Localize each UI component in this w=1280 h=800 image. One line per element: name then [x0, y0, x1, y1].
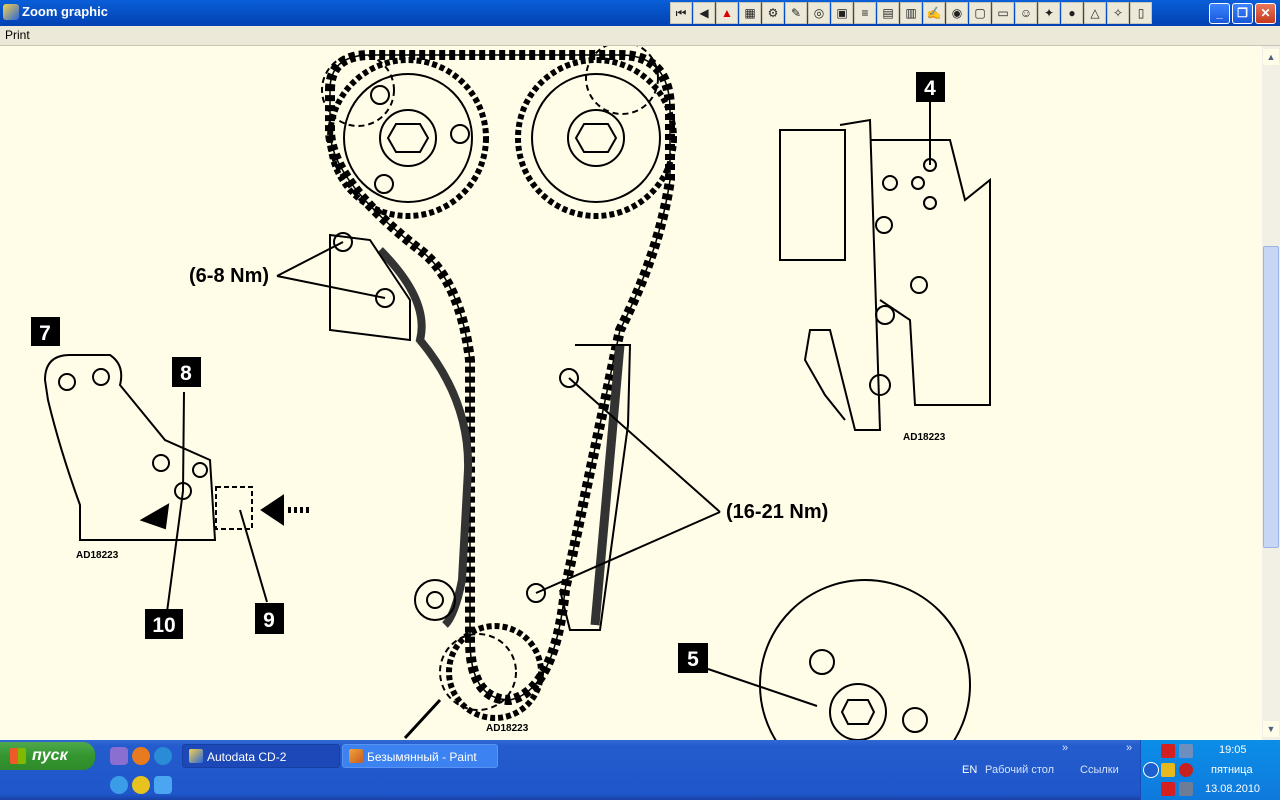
- quicklaunch-explorer-icon[interactable]: [154, 776, 172, 794]
- ref-code-bottom: AD18223: [486, 723, 529, 734]
- svg-text:7: 7: [39, 322, 51, 345]
- system-tray: 19:05 пятница 13.08.2010: [1140, 740, 1280, 800]
- warning-icon[interactable]: ▲: [716, 2, 738, 24]
- page-icon[interactable]: ▢: [969, 2, 991, 24]
- quicklaunch-app-icon[interactable]: [110, 747, 128, 765]
- doc-icon[interactable]: ▯: [1130, 2, 1152, 24]
- tool-icon[interactable]: ✎: [785, 2, 807, 24]
- window-controls: _ ❐ ✕: [1209, 3, 1276, 24]
- menu-bar: Print: [0, 26, 1280, 46]
- ref-code-right: AD18223: [903, 432, 946, 443]
- title-bar: Zoom graphic ⏮ ◀ ▲ ▦ ⚙ ✎ ◎ ▣ ≡ ▤ ▥ ✍ ◉ ▢…: [0, 0, 1280, 26]
- crank-sprocket: [446, 623, 544, 721]
- torque-label-upper: (6-8 Nm): [189, 265, 269, 287]
- windows-flag-icon: [10, 748, 26, 764]
- language-indicator[interactable]: EN: [962, 764, 977, 776]
- svg-text:10: 10: [152, 614, 175, 637]
- diagram-icon[interactable]: ▣: [831, 2, 853, 24]
- tensioner-guide: [377, 247, 473, 628]
- quicklaunch-ie-icon[interactable]: [110, 776, 128, 794]
- timing-chain-diagram: (6-8 Nm) (16-21 Nm) AD18223 AD18223 AD18…: [31, 46, 991, 740]
- app-icon: [3, 4, 19, 20]
- callout-7: 7: [31, 317, 60, 346]
- clock-time[interactable]: 19:05: [1219, 744, 1247, 756]
- camshaft-inset: [779, 129, 846, 261]
- clock-day: пятница: [1211, 764, 1253, 776]
- taskbar: пуск Autodata CD-2 Безымянный - Paint » …: [0, 740, 1280, 800]
- table-icon[interactable]: ▥: [900, 2, 922, 24]
- tool2-icon[interactable]: ✧: [1107, 2, 1129, 24]
- toolbar-desktop[interactable]: Рабочий стол: [985, 764, 1054, 776]
- right-cam-sprocket: [515, 57, 677, 219]
- first-page-icon[interactable]: ⏮: [670, 2, 692, 24]
- face-icon[interactable]: ☺: [1015, 2, 1037, 24]
- callout-9: 9: [255, 603, 284, 634]
- torque-label-lower: (16-21 Nm): [726, 501, 828, 523]
- quicklaunch-globe-icon[interactable]: [154, 747, 172, 765]
- svg-text:8: 8: [180, 362, 192, 385]
- tray-expand-icon[interactable]: [1143, 762, 1159, 778]
- callout-5: 5: [678, 643, 708, 673]
- camera-icon[interactable]: ◉: [946, 2, 968, 24]
- toolbar-chevron-icon-2[interactable]: »: [1126, 742, 1132, 754]
- clock-date: 13.08.2010: [1205, 783, 1261, 795]
- window-title: Zoom graphic: [22, 4, 108, 19]
- scroll-down-icon[interactable]: ▼: [1263, 721, 1279, 737]
- toolbar-chevron-icon[interactable]: »: [1062, 742, 1068, 754]
- alert-icon[interactable]: △: [1084, 2, 1106, 24]
- save-icon[interactable]: ▤: [877, 2, 899, 24]
- scroll-thumb[interactable]: [1263, 246, 1279, 548]
- notes-icon[interactable]: ✍: [923, 2, 945, 24]
- shield-icon[interactable]: [1179, 763, 1193, 777]
- scroll-up-icon[interactable]: ▲: [1263, 49, 1279, 65]
- crank-pulley-inset: [759, 579, 971, 740]
- image-icon[interactable]: ▦: [739, 2, 761, 24]
- autodata-icon: [189, 749, 203, 763]
- gear-icon[interactable]: ⚙: [762, 2, 784, 24]
- quicklaunch-browser-icon[interactable]: [132, 747, 150, 765]
- restore-button[interactable]: ❐: [1232, 3, 1253, 24]
- toolbar-links[interactable]: Ссылки: [1080, 764, 1119, 776]
- menu-print[interactable]: Print: [5, 28, 30, 42]
- kaspersky-icon[interactable]: [1161, 744, 1175, 758]
- svg-text:4: 4: [924, 77, 936, 100]
- paint-icon: [349, 749, 363, 763]
- security-alert-icon[interactable]: [1161, 763, 1175, 777]
- task-autodata[interactable]: Autodata CD-2: [182, 744, 340, 768]
- ref-code-left: AD18223: [76, 550, 119, 561]
- ati-icon[interactable]: [1161, 782, 1175, 796]
- network-icon[interactable]: [1179, 744, 1193, 758]
- settings-icon[interactable]: ◎: [808, 2, 830, 24]
- user-icon[interactable]: ●: [1061, 2, 1083, 24]
- svg-text:9: 9: [263, 609, 275, 632]
- callout-4: 4: [916, 72, 945, 102]
- vertical-scrollbar[interactable]: ▲ ▼: [1262, 46, 1280, 740]
- graphic-canvas: (6-8 Nm) (16-21 Nm) AD18223 AD18223 AD18…: [0, 46, 1262, 740]
- close-button[interactable]: ✕: [1255, 3, 1276, 24]
- monitor-icon[interactable]: [1179, 782, 1193, 796]
- start-button[interactable]: пуск: [0, 742, 95, 770]
- minimize-button[interactable]: _: [1209, 3, 1230, 24]
- toolbar: ⏮ ◀ ▲ ▦ ⚙ ✎ ◎ ▣ ≡ ▤ ▥ ✍ ◉ ▢ ▭ ☺ ✦ ● △ ✧ …: [670, 2, 1152, 24]
- quicklaunch-media-icon[interactable]: [132, 776, 150, 794]
- callout-10: 10: [145, 609, 183, 639]
- task-paint[interactable]: Безымянный - Paint: [342, 744, 498, 768]
- book-icon[interactable]: ▭: [992, 2, 1014, 24]
- previous-page-icon[interactable]: ◀: [693, 2, 715, 24]
- callout-8: 8: [172, 357, 201, 387]
- list-icon[interactable]: ≡: [854, 2, 876, 24]
- svg-text:5: 5: [687, 648, 699, 671]
- wrench-icon[interactable]: ✦: [1038, 2, 1060, 24]
